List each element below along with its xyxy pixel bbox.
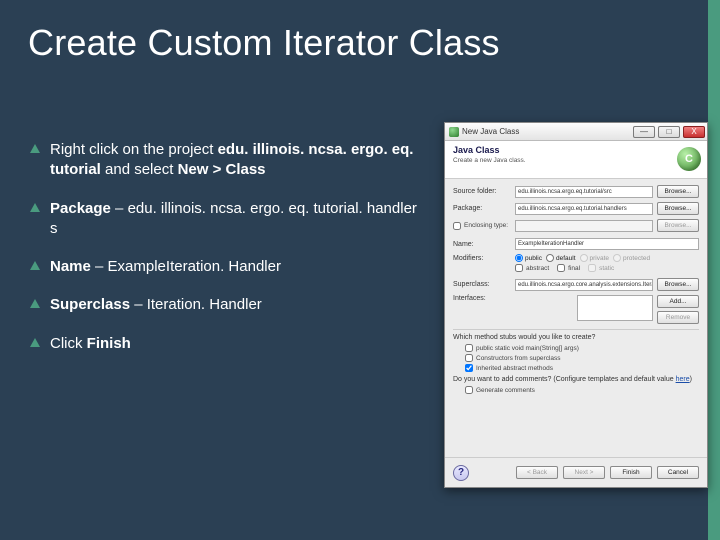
bullet-text: – Iteration. Handler: [130, 296, 262, 313]
cancel-button[interactable]: Cancel: [657, 466, 699, 479]
modifier-private-radio: private: [580, 254, 610, 262]
browse-button: Browse...: [657, 219, 699, 232]
modifier-abstract-checkbox[interactable]: abstract: [515, 264, 549, 272]
list-item: Right click on the project edu. illinois…: [28, 140, 428, 181]
browse-button[interactable]: Browse...: [657, 185, 699, 198]
dialog-title: New Java Class: [462, 127, 630, 136]
banner-heading: Java Class: [453, 145, 699, 155]
interfaces-listbox[interactable]: [577, 295, 653, 321]
bullet-text: and select: [101, 161, 178, 178]
modifier-default-radio[interactable]: default: [546, 254, 576, 262]
enclosing-type-field: [515, 220, 653, 232]
finish-button[interactable]: Finish: [610, 466, 652, 479]
maximize-button[interactable]: □: [658, 126, 680, 138]
modifier-static-checkbox: static: [588, 264, 614, 272]
source-folder-field[interactable]: edu.illinois.ncsa.ergo.eq.tutorial/src: [515, 186, 653, 198]
java-class-icon: [449, 127, 459, 137]
method-stubs-group: Which method stubs would you like to cre…: [453, 329, 699, 394]
package-field[interactable]: edu.illinois.ncsa.ergo.eq.tutorial.handl…: [515, 203, 653, 215]
list-item: Click Finish: [28, 334, 428, 354]
name-field[interactable]: ExampleIterationHandler: [515, 238, 699, 250]
enclosing-type-checkbox[interactable]: Enclosing type:: [453, 222, 511, 230]
modifiers-label: Modifiers:: [453, 255, 511, 262]
dialog-banner: Java Class Create a new Java class. C: [445, 141, 707, 179]
stub-super-ctor-checkbox[interactable]: Constructors from superclass: [465, 354, 699, 362]
browse-button[interactable]: Browse...: [657, 278, 699, 291]
stubs-question: Which method stubs would you like to cre…: [453, 334, 699, 341]
bullet-bold: Superclass: [50, 296, 130, 313]
bullet-list: Right click on the project edu. illinois…: [28, 140, 428, 372]
generate-comments-checkbox[interactable]: Generate comments: [465, 386, 699, 394]
comments-question: Do you want to add comments? (Configure …: [453, 376, 699, 383]
bullet-text: Right click on the project: [50, 141, 218, 158]
bullet-bold: Package: [50, 200, 111, 217]
modifier-protected-radio: protected: [613, 254, 650, 262]
dialog-footer: ? < Back Next > Finish Cancel: [445, 457, 707, 487]
banner-subtext: Create a new Java class.: [453, 157, 699, 164]
name-label: Name:: [453, 241, 511, 248]
dialog-body: Source folder: edu.illinois.ncsa.ergo.eq…: [445, 179, 707, 394]
slide-title: Create Custom Iterator Class: [28, 22, 500, 64]
bullet-bold: Finish: [87, 335, 131, 352]
stub-main-checkbox[interactable]: public static void main(String[] args): [465, 344, 699, 352]
minimize-button[interactable]: —: [633, 126, 655, 138]
accent-bar: [708, 0, 720, 540]
modifier-final-checkbox[interactable]: final: [557, 264, 580, 272]
close-button[interactable]: X: [683, 126, 705, 138]
next-button: Next >: [563, 466, 605, 479]
help-button[interactable]: ?: [453, 465, 469, 481]
class-badge-icon: C: [677, 147, 701, 171]
new-class-dialog: New Java Class — □ X Java Class Create a…: [444, 122, 708, 488]
remove-button: Remove: [657, 311, 699, 324]
here-link[interactable]: here: [676, 376, 690, 383]
back-button: < Back: [516, 466, 558, 479]
source-folder-label: Source folder:: [453, 188, 511, 195]
package-label: Package:: [453, 205, 511, 212]
bullet-text: Click: [50, 335, 87, 352]
stub-inherited-checkbox[interactable]: Inherited abstract methods: [465, 364, 699, 372]
interfaces-label: Interfaces:: [453, 295, 511, 302]
list-item: Superclass – Iteration. Handler: [28, 295, 428, 315]
enclosing-type-label: Enclosing type:: [464, 222, 508, 229]
superclass-field[interactable]: edu.illinois.ncsa.ergo.core.analysis.ext…: [515, 279, 653, 291]
bullet-bold: New > Class: [178, 161, 266, 178]
list-item: Name – ExampleIteration. Handler: [28, 257, 428, 277]
add-button[interactable]: Add...: [657, 295, 699, 308]
bullet-bold: Name: [50, 258, 91, 275]
browse-button[interactable]: Browse...: [657, 202, 699, 215]
list-item: Package – edu. illinois. ncsa. ergo. eq.…: [28, 199, 428, 240]
superclass-label: Superclass:: [453, 281, 511, 288]
modifier-public-radio[interactable]: public: [515, 254, 542, 262]
bullet-text: – ExampleIteration. Handler: [91, 258, 281, 275]
dialog-titlebar[interactable]: New Java Class — □ X: [445, 123, 707, 141]
